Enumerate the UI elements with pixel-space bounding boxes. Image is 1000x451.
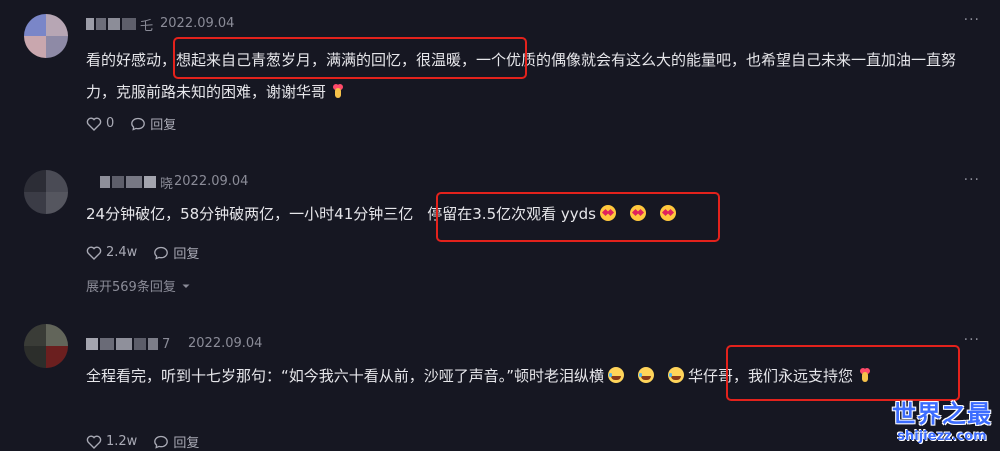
tears-of-joy-emoji-icon xyxy=(638,367,655,383)
comment-2: 晓 2022.09.04 ··· 24分钟破亿，58分钟破两亿，一小时41分钟三… xyxy=(0,150,1000,300)
avatar[interactable] xyxy=(24,14,68,58)
heart-outline-icon xyxy=(86,117,102,131)
more-options-icon[interactable]: ··· xyxy=(964,332,980,348)
comment-3: 7 2022.09.04 ··· 全程看完，听到十七岁那句：“如今我六十看从前，… xyxy=(0,318,1000,451)
comment-date: 2022.09.04 xyxy=(174,174,249,189)
comment-actions: 1.2w 回复 xyxy=(86,432,215,451)
comment-actions: 0 回复 xyxy=(86,114,192,133)
comment-date: 2022.09.04 xyxy=(188,336,263,351)
comment-actions: 2.4w 回复 xyxy=(86,243,215,262)
tears-of-joy-emoji-icon xyxy=(608,367,625,383)
like-count: 2.4w xyxy=(106,245,138,260)
comment-text-before: 看的好感动， xyxy=(86,51,177,69)
highlight-box xyxy=(436,192,720,242)
watermark-title: 世界之最 xyxy=(892,400,992,428)
reply-button[interactable]: 回复 xyxy=(153,243,199,262)
reply-label: 回复 xyxy=(173,436,200,451)
expand-replies-button[interactable]: 展开569条回复 xyxy=(86,276,192,295)
like-button[interactable]: 1.2w xyxy=(86,434,137,450)
more-options-icon[interactable]: ··· xyxy=(964,12,980,28)
avatar[interactable] xyxy=(24,170,68,214)
more-options-icon[interactable]: ··· xyxy=(964,172,980,188)
username-tail: 乇 xyxy=(140,18,154,34)
comment-text-before: 全程看完，听到十七岁那句：“如今我六十看从前，沙哑了声音。”顿时老泪纵横 xyxy=(86,367,605,385)
comment-1: 乇 2022.09.04 ··· 看的好感动，想起来自己青葱岁月，满满的回忆，很… xyxy=(0,0,1000,150)
like-count: 1.2w xyxy=(106,434,138,449)
like-button[interactable]: 0 xyxy=(86,116,114,132)
tears-of-joy-emoji-icon xyxy=(668,367,685,383)
highlight-box xyxy=(726,345,960,401)
watermark: 世界之最 shijiezz.com xyxy=(892,394,992,444)
chevron-down-icon xyxy=(182,284,190,288)
reply-button[interactable]: 回复 xyxy=(153,432,199,451)
username-tail: 7 xyxy=(162,336,171,352)
comment-text-before: 24分钟破亿，58分钟破两亿，一小时41分钟三亿 xyxy=(86,205,414,223)
heart-outline-icon xyxy=(86,435,102,449)
heart-hands-emoji-icon xyxy=(330,83,346,99)
reply-button[interactable]: 回复 xyxy=(130,114,176,133)
avatar[interactable] xyxy=(24,324,68,368)
reply-bubble-icon xyxy=(131,117,146,131)
like-button[interactable]: 2.4w xyxy=(86,245,137,261)
watermark-url: shijiezz.com xyxy=(897,429,987,444)
username-tail: 晓 xyxy=(160,176,174,192)
username[interactable]: 7 xyxy=(86,336,170,352)
reply-label: 回复 xyxy=(150,118,177,133)
like-count: 0 xyxy=(106,116,115,131)
reply-bubble-icon xyxy=(154,246,169,260)
expand-replies-label: 展开569条回复 xyxy=(86,280,176,295)
reply-bubble-icon xyxy=(154,435,169,449)
username[interactable]: 晓 xyxy=(100,174,174,192)
highlight-box xyxy=(173,37,527,79)
heart-outline-icon xyxy=(86,246,102,260)
username[interactable]: 乇 xyxy=(86,16,154,34)
comment-date: 2022.09.04 xyxy=(160,16,235,31)
reply-label: 回复 xyxy=(173,247,200,262)
